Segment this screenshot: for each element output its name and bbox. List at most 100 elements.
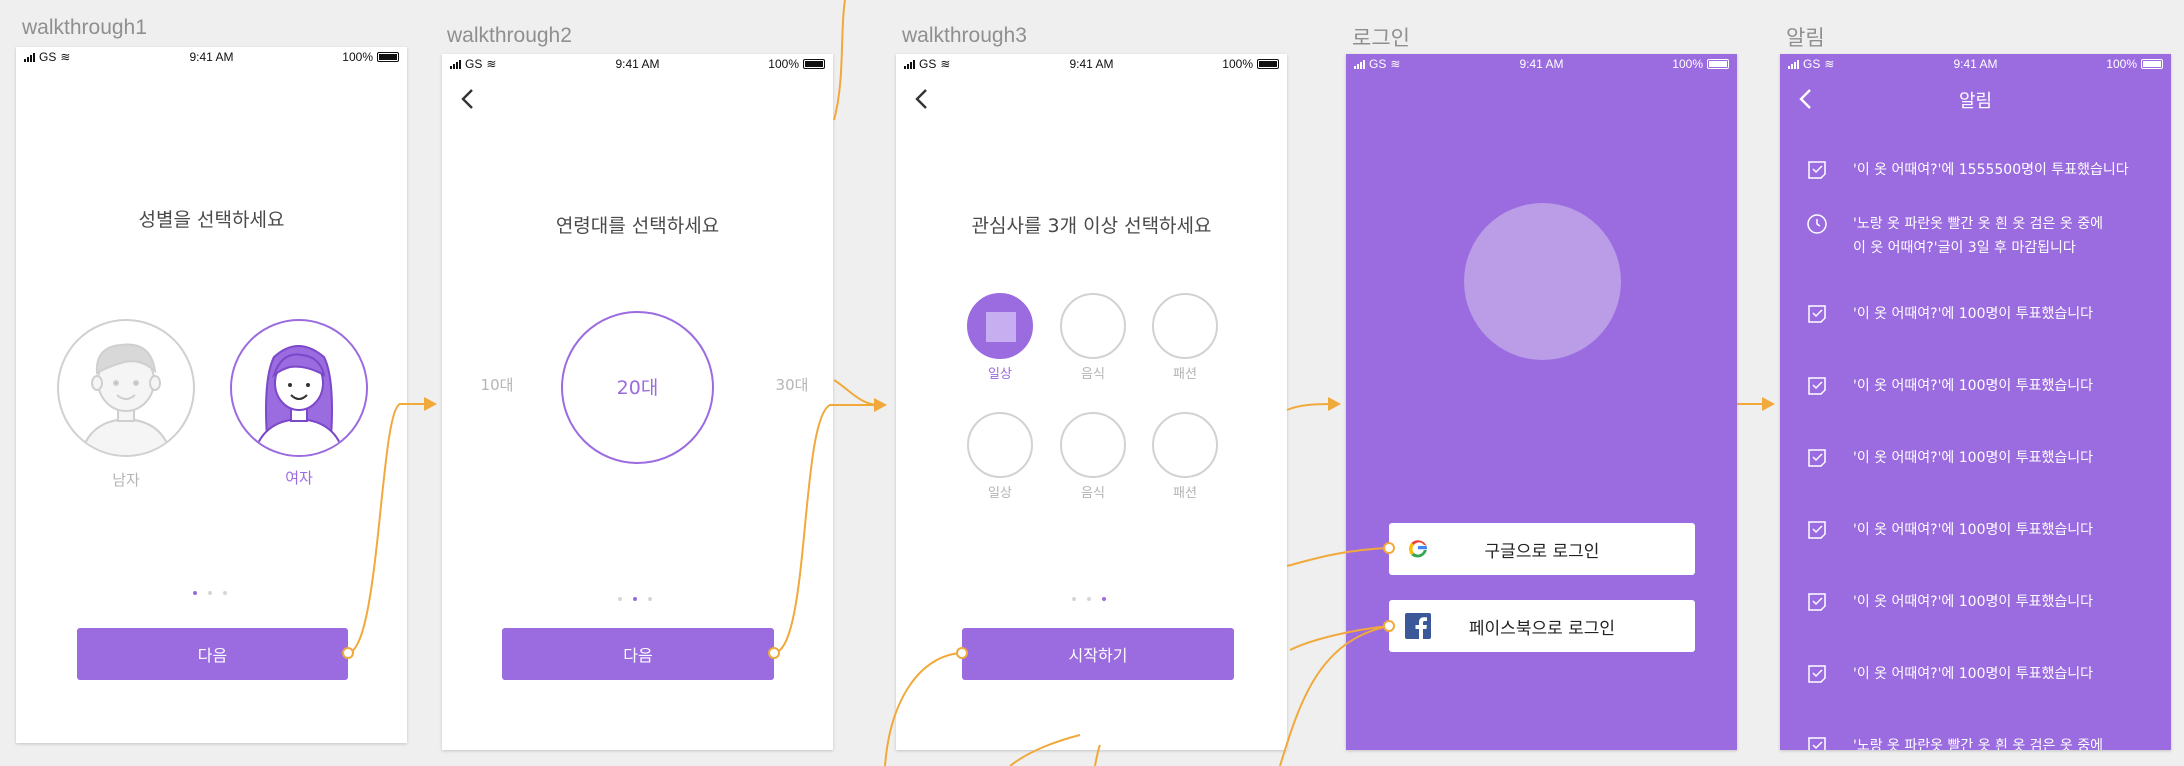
board-title-notifications: 알림 (1786, 27, 1825, 50)
status-bar: GS ≋ 9:41 AM 100% (16, 47, 407, 67)
board-title-login: 로그인 (1352, 27, 1410, 50)
notification-line: '이 옷 어때여?'에 1555500명이 투표했습니다 (1853, 162, 2129, 178)
interest-fashion-1[interactable] (1152, 293, 1218, 359)
page-indicator (193, 591, 227, 595)
notification-item[interactable]: '이 옷 어때여?'에 100명이 투표했습니다 (1780, 660, 2171, 690)
login-screen: GS ≋ 9:41 AM 100% 구글으로 로그인 페이스북으로 로그인 (1346, 54, 1737, 750)
check-note-icon (1808, 161, 1826, 179)
notification-text: '이 옷 어때여?'에 1555500명이 투표했습니다 (1853, 158, 2129, 182)
notification-line: '노랑 옷 파란옷 빨간 옷 흰 옷 검은 옷 중에 (1853, 738, 2103, 750)
interest-fashion-2[interactable] (1152, 412, 1218, 478)
battery-label: 100% (2106, 57, 2137, 71)
gender-option-female[interactable] (230, 319, 368, 457)
battery-icon (1257, 59, 1279, 69)
age-option-20s-label: 20대 (616, 377, 659, 399)
notification-item[interactable]: '이 옷 어때여?'에 100명이 투표했습니다 (1780, 372, 2171, 402)
status-bar: GS ≋ 9:41 AM 100% (1780, 54, 2171, 74)
notification-line: '이 옷 어때여?'에 100명이 투표했습니다 (1853, 450, 2093, 466)
status-bar: GS ≋ 9:41 AM 100% (442, 54, 833, 74)
interest-daily-1[interactable] (967, 293, 1033, 359)
notification-text: '이 옷 어때여?'에 100명이 투표했습니다 (1853, 518, 2093, 542)
page-indicator (1072, 597, 1106, 601)
arrowhead (424, 397, 437, 411)
wire-3-in (833, 379, 881, 406)
facebook-login-label: 페이스북으로 로그인 (1468, 619, 1616, 639)
check-note-icon (1808, 305, 1826, 323)
battery-label: 100% (768, 57, 799, 71)
notification-text: '노랑 옷 파란옷 빨간 옷 흰 옷 검은 옷 중에이 옷 어때여?'글이 3일… (1853, 212, 2103, 260)
interest-label: 패션 (1173, 486, 1197, 501)
notification-text: '이 옷 어때여?'에 100명이 투표했습니다 (1853, 302, 2093, 326)
notification-text: '이 옷 어때여?'에 100명이 투표했습니다 (1853, 662, 2093, 686)
notification-item[interactable]: '이 옷 어때여?'에 100명이 투표했습니다 (1780, 444, 2171, 474)
notifications-screen: GS ≋ 9:41 AM 100% 알림 '이 옷 어때여?'에 1555500명… (1780, 54, 2171, 750)
walkthrough1-screen: GS ≋ 9:41 AM 100% 성별을 선택하세요 남자 여자 다음 (16, 47, 407, 743)
notification-line: 이 옷 어때여?'글이 3일 후 마감됩니다 (1853, 240, 2076, 256)
notification-line: '이 옷 어때여?'에 100명이 투표했습니다 (1853, 666, 2093, 682)
gender-option-male[interactable] (57, 319, 195, 457)
notification-line: '이 옷 어때여?'에 100명이 투표했습니다 (1853, 306, 2093, 322)
gender-label-male: 남자 (112, 471, 140, 489)
next-button[interactable]: 다음 (502, 628, 774, 680)
walkthrough3-screen: GS ≋ 9:41 AM 100% 관심사를 3개 이상 선택하세요 일상 음식 … (896, 54, 1287, 750)
interest-food-1[interactable] (1060, 293, 1126, 359)
interest-daily-2[interactable] (967, 412, 1033, 478)
back-chevron-icon[interactable] (908, 84, 938, 114)
battery-label: 100% (342, 50, 373, 64)
arrowhead (874, 398, 887, 412)
notification-text: '이 옷 어때여?'에 100명이 투표했습니다 (1853, 374, 2093, 398)
battery-label: 100% (1222, 57, 1253, 71)
next-button[interactable]: 다음 (77, 628, 348, 680)
battery-icon (2141, 59, 2163, 69)
battery-label: 100% (1672, 57, 1703, 71)
page-indicator (618, 597, 652, 601)
clock-icon (1807, 214, 1827, 234)
page-title: 관심사를 3개 이상 선택하세요 (971, 215, 1212, 237)
logo-placeholder (1464, 203, 1621, 360)
interest-label: 일상 (988, 486, 1012, 501)
back-chevron-icon[interactable] (454, 84, 484, 114)
walkthrough2-screen: GS ≋ 9:41 AM 100% 연령대를 선택하세요 10대 20대 30대 … (442, 54, 833, 750)
check-note-icon (1808, 737, 1826, 750)
notification-item[interactable]: '이 옷 어때여?'에 1555500명이 투표했습니다 (1780, 156, 2171, 186)
check-note-icon (1808, 521, 1826, 539)
male-avatar-icon (80, 343, 172, 455)
age-option-30s[interactable]: 30대 (772, 374, 812, 395)
interest-label: 일상 (988, 367, 1012, 382)
battery-icon (803, 59, 825, 69)
start-button[interactable]: 시작하기 (962, 628, 1234, 680)
board-title-walkthrough2: walkthrough2 (447, 24, 572, 47)
notification-item[interactable]: '노랑 옷 파란옷 빨간 옷 흰 옷 검은 옷 중에이 옷 어때여?'글이 3일… (1780, 210, 2171, 264)
header-title: 알림 (1958, 91, 1993, 112)
notification-line: '이 옷 어때여?'에 100명이 투표했습니다 (1853, 522, 2093, 538)
google-login-label: 구글으로 로그인 (1484, 542, 1600, 562)
board-title-walkthrough3: walkthrough3 (902, 24, 1027, 47)
notification-item[interactable]: '이 옷 어때여?'에 100명이 투표했습니다 (1780, 588, 2171, 618)
page-title: 연령대를 선택하세요 (555, 215, 720, 237)
notification-item[interactable]: '노랑 옷 파란옷 빨간 옷 흰 옷 검은 옷 중에이 옷 어때여?'글이 3일… (1780, 732, 2171, 750)
interest-thumbnail (986, 312, 1016, 342)
interest-food-2[interactable] (1060, 412, 1126, 478)
age-option-10s[interactable]: 10대 (477, 374, 517, 395)
notification-text: '노랑 옷 파란옷 빨간 옷 흰 옷 검은 옷 중에이 옷 어때여?'글이 3일… (1853, 734, 2103, 750)
wire-top (833, 0, 846, 121)
check-note-icon (1808, 593, 1826, 611)
arrowhead (1328, 397, 1341, 411)
facebook-login-button[interactable]: 페이스북으로 로그인 (1389, 600, 1695, 652)
notification-item[interactable]: '이 옷 어때여?'에 100명이 투표했습니다 (1780, 516, 2171, 546)
gender-label-female: 여자 (285, 469, 313, 487)
check-note-icon (1808, 377, 1826, 395)
arrowhead (1762, 397, 1775, 411)
board-title-walkthrough1: walkthrough1 (22, 16, 147, 39)
notification-line: '이 옷 어때여?'에 100명이 투표했습니다 (1853, 378, 2093, 394)
notification-text: '이 옷 어때여?'에 100명이 투표했습니다 (1853, 446, 2093, 470)
google-login-button[interactable]: 구글으로 로그인 (1389, 523, 1695, 575)
notification-text: '이 옷 어때여?'에 100명이 투표했습니다 (1853, 590, 2093, 614)
check-note-icon (1808, 665, 1826, 683)
notification-line: '노랑 옷 파란옷 빨간 옷 흰 옷 검은 옷 중에 (1853, 216, 2103, 232)
check-note-icon (1808, 449, 1826, 467)
status-bar: GS ≋ 9:41 AM 100% (896, 54, 1287, 74)
notification-line: '이 옷 어때여?'에 100명이 투표했습니다 (1853, 594, 2093, 610)
page-title: 성별을 선택하세요 (138, 209, 285, 231)
notification-item[interactable]: '이 옷 어때여?'에 100명이 투표했습니다 (1780, 300, 2171, 330)
